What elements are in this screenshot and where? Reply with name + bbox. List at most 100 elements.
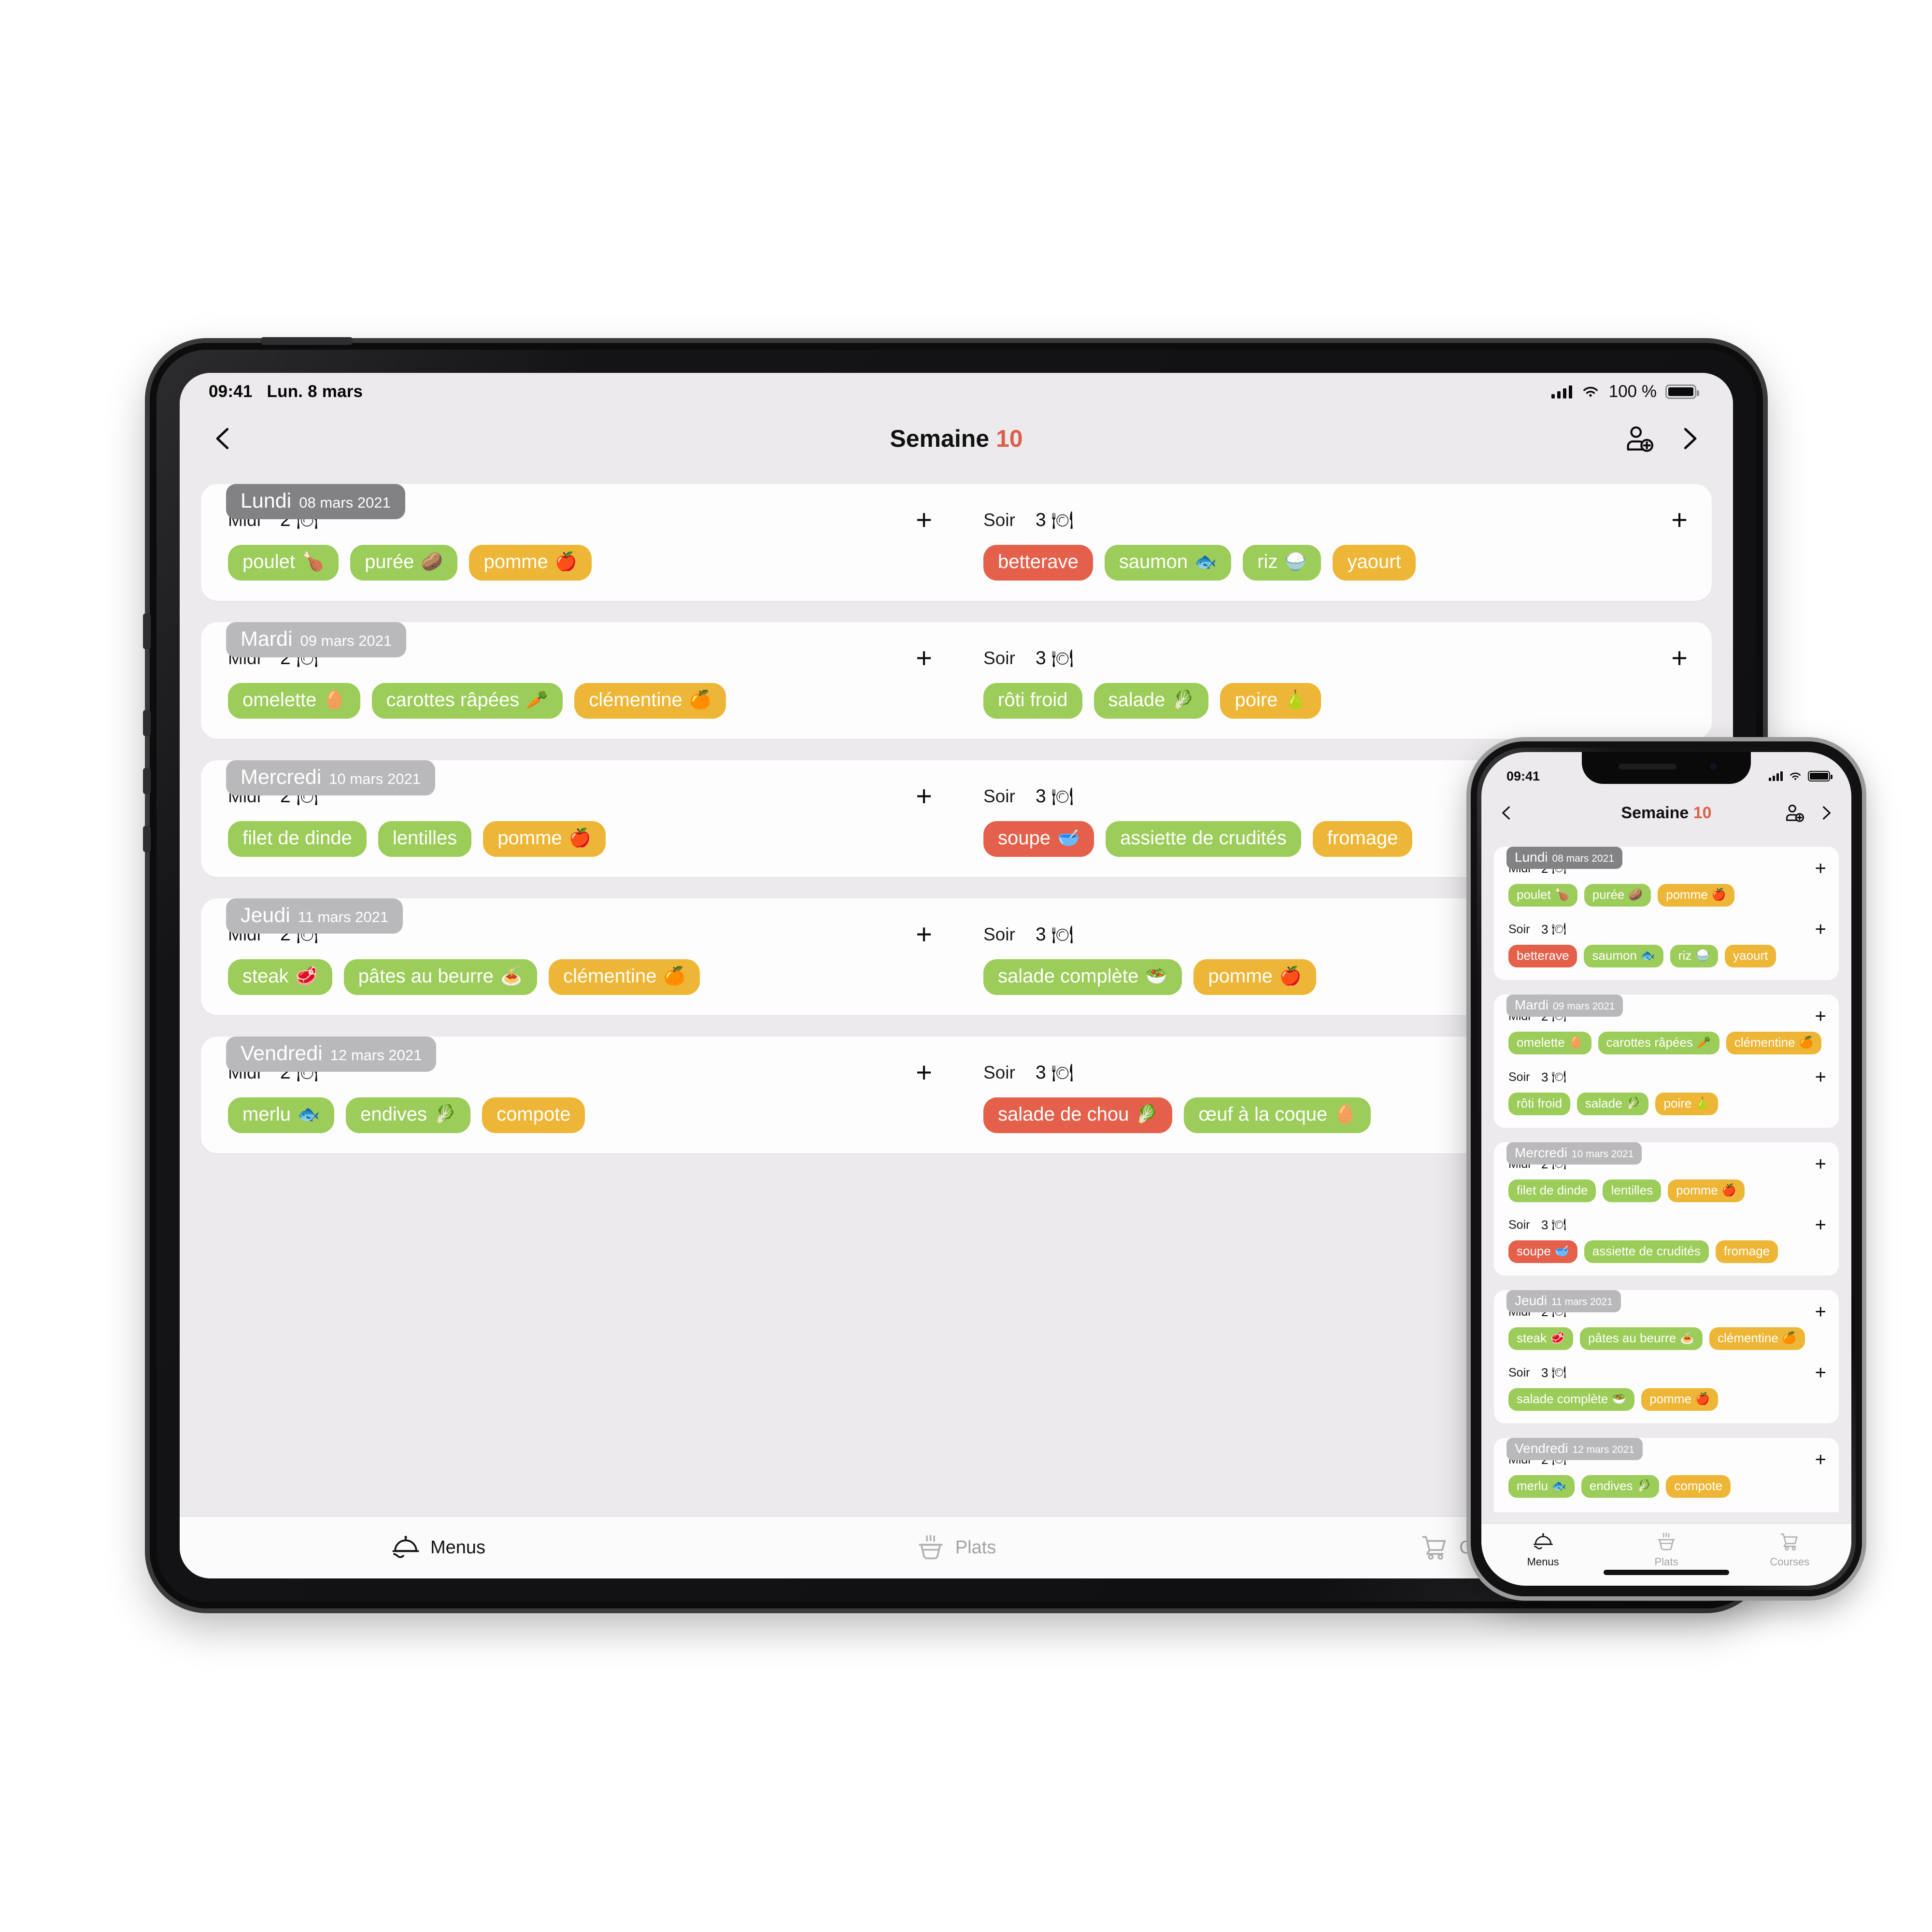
day-badge[interactable]: Jeudi 11 mars 2021 bbox=[1506, 1290, 1621, 1312]
dish-chip[interactable]: omelette 🥚 bbox=[228, 683, 360, 719]
person-add-icon[interactable] bbox=[1625, 424, 1655, 454]
dish-chip[interactable]: salade complète 🥗 bbox=[983, 959, 1182, 995]
dish-chip[interactable]: salade complète 🥗 bbox=[1508, 1388, 1635, 1411]
dish-chip[interactable]: endives 🥬 bbox=[1581, 1475, 1660, 1498]
dish-chip[interactable]: carottes râpées 🥕 bbox=[1598, 1032, 1719, 1054]
dish-chip[interactable]: merlu 🐟 bbox=[1508, 1475, 1575, 1498]
dish-chip[interactable]: filet de dinde bbox=[1508, 1179, 1596, 1202]
previous-week-button[interactable] bbox=[1499, 805, 1514, 821]
dish-chip[interactable]: betterave bbox=[983, 545, 1093, 581]
next-week-button[interactable] bbox=[1818, 805, 1834, 821]
person-add-icon[interactable] bbox=[1785, 803, 1805, 823]
dish-chip[interactable]: endives 🥬 bbox=[346, 1097, 471, 1133]
dish-chip[interactable]: rôti froid bbox=[1508, 1093, 1570, 1115]
dish-chip[interactable]: fromage bbox=[1312, 821, 1413, 857]
add-dish-button[interactable]: + bbox=[1815, 1067, 1826, 1087]
add-dish-button[interactable]: + bbox=[916, 782, 932, 810]
dish-chip[interactable]: pomme 🍎 bbox=[469, 545, 592, 581]
dish-chip[interactable]: carottes râpées 🥕 bbox=[371, 683, 563, 719]
add-dish-button[interactable]: + bbox=[1815, 1450, 1826, 1469]
dish-chip[interactable]: steak 🥩 bbox=[228, 959, 332, 995]
ipad-volume-button[interactable] bbox=[143, 613, 151, 649]
add-dish-button[interactable]: + bbox=[1671, 644, 1688, 671]
dish-chip[interactable]: pomme 🍎 bbox=[1641, 1388, 1718, 1411]
dish-chip[interactable]: omelette 🥚 bbox=[1508, 1032, 1591, 1054]
next-week-button[interactable] bbox=[1677, 426, 1702, 451]
day-badge[interactable]: Mardi 09 mars 2021 bbox=[1506, 994, 1623, 1017]
tab-menus[interactable]: Menus bbox=[1481, 1532, 1605, 1568]
add-dish-button[interactable]: + bbox=[1671, 506, 1688, 533]
dish-chip[interactable]: yaourt bbox=[1725, 945, 1776, 967]
day-badge[interactable]: Mercredi 10 mars 2021 bbox=[1506, 1142, 1642, 1165]
dish-chip[interactable]: riz 🍚 bbox=[1243, 545, 1321, 581]
dish-chip[interactable]: assiette de crudités bbox=[1584, 1240, 1709, 1263]
dish-chip[interactable]: pomme 🍎 bbox=[1668, 1179, 1745, 1202]
dish-chip[interactable]: betterave bbox=[1508, 945, 1577, 967]
add-dish-button[interactable]: + bbox=[1815, 1363, 1826, 1382]
add-dish-button[interactable]: + bbox=[1815, 1007, 1826, 1026]
dish-chip[interactable]: clémentine 🍊 bbox=[1726, 1032, 1822, 1054]
dish-chip[interactable]: riz 🍚 bbox=[1670, 945, 1719, 967]
meal-label: Soir bbox=[983, 510, 1015, 530]
dish-chip[interactable]: soupe 🥣 bbox=[1508, 1240, 1577, 1263]
dish-chip[interactable]: salade de chou 🥬 bbox=[983, 1097, 1173, 1133]
add-dish-button[interactable]: + bbox=[1815, 1215, 1826, 1235]
previous-week-button[interactable] bbox=[211, 426, 236, 451]
dish-chip[interactable]: poulet 🍗 bbox=[228, 545, 339, 581]
dish-chip[interactable]: salade 🥬 bbox=[1094, 683, 1209, 719]
dish-chip[interactable]: filet de dinde bbox=[228, 821, 367, 857]
dish-chip[interactable]: steak 🥩 bbox=[1508, 1327, 1574, 1350]
add-dish-button[interactable]: + bbox=[916, 644, 932, 671]
tab-plats[interactable]: Plats bbox=[697, 1534, 1215, 1562]
dish-chip[interactable]: soupe 🥣 bbox=[983, 821, 1094, 857]
dish-chip[interactable]: pomme 🍎 bbox=[1658, 884, 1734, 907]
dish-chip[interactable]: lentilles bbox=[1603, 1179, 1662, 1202]
day-badge[interactable]: Mercredi 10 mars 2021 bbox=[226, 760, 435, 796]
dish-chip[interactable]: purée 🥔 bbox=[1584, 884, 1651, 907]
dish-chip[interactable]: lentilles bbox=[378, 821, 472, 857]
ipad-power-button[interactable] bbox=[261, 337, 353, 345]
dish-chip[interactable]: merlu 🐟 bbox=[228, 1097, 335, 1133]
dish-chip[interactable]: salade 🥬 bbox=[1577, 1093, 1649, 1115]
dish-chip[interactable]: assiette de crudités bbox=[1106, 821, 1301, 857]
tab-menus[interactable]: Menus bbox=[180, 1534, 697, 1562]
add-dish-button[interactable]: + bbox=[916, 506, 932, 533]
day-badge[interactable]: Vendredi 12 mars 2021 bbox=[226, 1037, 437, 1072]
dish-chip[interactable]: saumon 🐟 bbox=[1584, 945, 1663, 967]
dish-chip[interactable]: saumon 🐟 bbox=[1104, 545, 1232, 581]
day-badge[interactable]: Lundi 08 mars 2021 bbox=[226, 484, 405, 519]
dish-chip[interactable]: poulet 🍗 bbox=[1508, 884, 1577, 907]
add-dish-button[interactable]: + bbox=[1815, 920, 1826, 939]
add-dish-button[interactable]: + bbox=[916, 1058, 932, 1086]
dish-chip[interactable]: clémentine 🍊 bbox=[574, 683, 726, 719]
dish-chip[interactable]: clémentine 🍊 bbox=[548, 959, 700, 995]
dish-chip[interactable]: œuf à la coque 🥚 bbox=[1184, 1097, 1371, 1133]
dish-chip[interactable]: pomme 🍎 bbox=[483, 821, 606, 857]
ipad-side-button-3[interactable] bbox=[143, 826, 151, 852]
day-badge[interactable]: Mardi 09 mars 2021 bbox=[226, 622, 407, 657]
add-dish-button[interactable]: + bbox=[1815, 1154, 1826, 1174]
tab-courses[interactable]: Courses bbox=[1728, 1532, 1851, 1568]
day-badge[interactable]: Vendredi 12 mars 2021 bbox=[1506, 1438, 1643, 1460]
dish-chip[interactable]: yaourt bbox=[1333, 545, 1416, 581]
add-dish-button[interactable]: + bbox=[1815, 859, 1826, 878]
day-badge[interactable]: Lundi 08 mars 2021 bbox=[1506, 847, 1622, 869]
dish-chip[interactable]: compote bbox=[482, 1097, 585, 1133]
dish-chip[interactable]: rôti froid bbox=[983, 683, 1082, 719]
dish-chip[interactable]: pâtes au beurre 🍝 bbox=[1580, 1327, 1703, 1350]
day-badge[interactable]: Jeudi 11 mars 2021 bbox=[226, 898, 403, 934]
dish-chip[interactable]: pomme 🍎 bbox=[1193, 959, 1316, 995]
dish-chip[interactable]: clémentine 🍊 bbox=[1709, 1327, 1805, 1350]
ipad-side-button-1[interactable] bbox=[143, 710, 151, 736]
dish-chip[interactable]: purée 🥔 bbox=[350, 545, 458, 581]
dish-chip[interactable]: compote bbox=[1666, 1475, 1731, 1498]
dish-chip[interactable]: poire 🍐 bbox=[1220, 683, 1321, 719]
add-dish-button[interactable]: + bbox=[1815, 1302, 1826, 1321]
ipad-side-button-2[interactable] bbox=[143, 768, 151, 794]
dish-chip[interactable]: pâtes au beurre 🍝 bbox=[343, 959, 537, 995]
add-dish-button[interactable]: + bbox=[916, 920, 932, 948]
dish-chip[interactable]: poire 🍐 bbox=[1655, 1093, 1719, 1115]
dish-chip[interactable]: fromage bbox=[1715, 1240, 1778, 1263]
tab-plats[interactable]: Plats bbox=[1605, 1532, 1728, 1568]
week-day-list[interactable]: Lundi08 mars 2021Midi2🍽+poulet🍗purée🥔pom… bbox=[1481, 836, 1851, 1512]
